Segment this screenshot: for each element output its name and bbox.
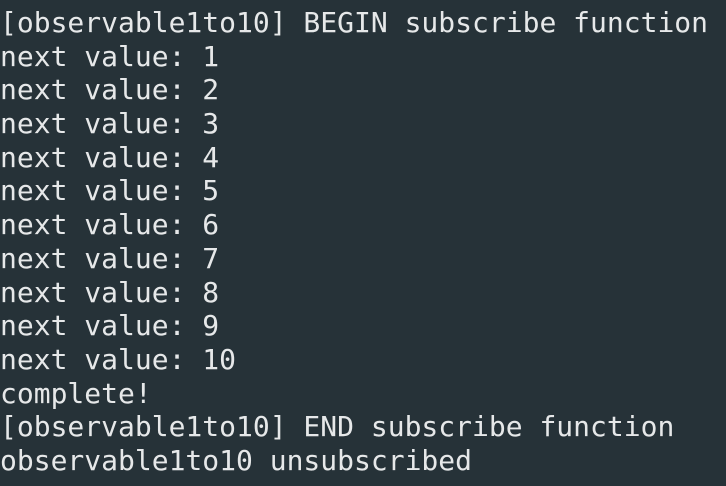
terminal-line-next-1: next value: 1	[0, 39, 220, 73]
terminal-line-end: [observable1to10] END subscribe function	[0, 410, 675, 444]
terminal-line-next-5: next value: 5	[0, 174, 220, 208]
terminal-line-next-2: next value: 2	[0, 73, 220, 107]
terminal-window: [observable1to10] BEGIN subscribe functi…	[0, 0, 726, 486]
terminal-output: [observable1to10] BEGIN subscribe functi…	[0, 6, 708, 478]
terminal-line-begin: [observable1to10] BEGIN subscribe functi…	[0, 6, 709, 39]
terminal-line-next-3: next value: 3	[0, 107, 220, 141]
terminal-line-unsubscribed: observable1to10 unsubscribed	[0, 443, 473, 477]
terminal-line-next-9: next value: 9	[0, 309, 220, 343]
terminal-line-next-6: next value: 6	[0, 208, 220, 242]
terminal-line-next-8: next value: 8	[0, 275, 220, 309]
terminal-line-next-10: next value: 10	[0, 342, 237, 376]
terminal-line-complete: complete!	[0, 376, 152, 410]
terminal-line-next-7: next value: 7	[0, 241, 220, 275]
terminal-line-next-4: next value: 4	[0, 140, 220, 174]
